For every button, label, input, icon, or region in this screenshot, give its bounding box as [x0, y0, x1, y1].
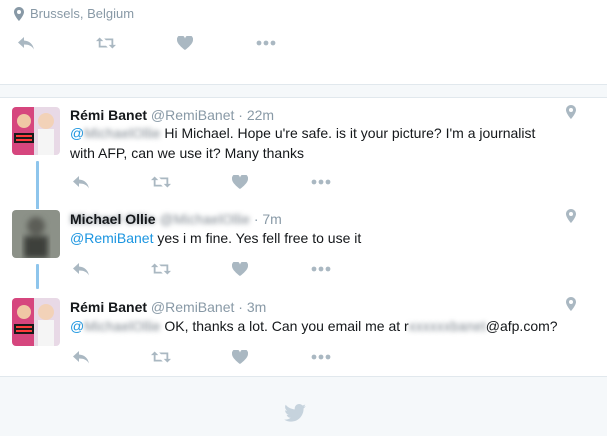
reply-button[interactable] — [71, 261, 91, 277]
location-pin-icon[interactable] — [566, 105, 576, 119]
tweet-item[interactable]: Rémi Banet @RemiBanet · 22m @MichaelOlli… — [0, 97, 607, 201]
more-dots-icon — [256, 40, 276, 46]
like-button[interactable] — [230, 349, 250, 365]
avatar-image — [12, 298, 60, 346]
like-button[interactable] — [175, 35, 195, 51]
display-name[interactable]: Michael Ollie — [70, 211, 156, 227]
tweet-header: Rémi Banet @RemiBanet · 3m — [70, 299, 266, 315]
location-pin-icon — [14, 6, 24, 21]
tweet-actions — [71, 174, 331, 190]
email-domain: @afp.com? — [485, 318, 558, 334]
user-handle[interactable]: @RemiBanet — [151, 107, 234, 123]
display-name[interactable]: Rémi Banet — [70, 299, 147, 315]
tweet-actions — [71, 261, 331, 277]
tweet-message: yes i m fine. Yes fell free to use it — [157, 230, 362, 246]
avatar[interactable] — [12, 298, 60, 346]
avatar[interactable] — [12, 107, 60, 155]
more-dots-icon — [311, 266, 331, 272]
display-name[interactable]: Rémi Banet — [70, 107, 147, 123]
retweet-icon — [96, 37, 116, 49]
section-separator — [0, 84, 607, 98]
tweet-actions — [16, 35, 276, 51]
tweet-message: OK, thanks a lot. Can you email me at r — [164, 318, 409, 334]
reply-icon — [73, 263, 89, 276]
more-dots-icon — [311, 179, 331, 185]
reply-button[interactable] — [71, 174, 91, 190]
user-handle[interactable]: @RemiBanet — [151, 299, 234, 315]
reply-icon — [18, 37, 34, 50]
timeline-footer — [0, 376, 607, 436]
retweet-icon — [151, 176, 171, 188]
thread-connector — [36, 264, 39, 289]
more-button[interactable] — [256, 35, 276, 51]
heart-icon — [177, 36, 193, 50]
avatar[interactable] — [12, 210, 60, 258]
avatar-image — [12, 210, 60, 258]
mention-link[interactable]: @ — [70, 125, 84, 141]
heart-icon — [232, 262, 248, 276]
redacted-mention: MichaelOllie — [84, 125, 161, 141]
heart-icon — [232, 350, 248, 364]
mention-link[interactable]: @ — [70, 318, 84, 334]
tweet-timestamp[interactable]: · 22m — [238, 107, 274, 123]
reply-icon — [73, 176, 89, 189]
retweet-button[interactable] — [151, 174, 171, 190]
location-pin-icon[interactable] — [566, 209, 576, 223]
avatar-image — [12, 107, 60, 155]
mention-link[interactable]: @RemiBanet — [70, 230, 153, 246]
retweet-button[interactable] — [151, 349, 171, 365]
user-handle[interactable]: @MichaelOllie — [159, 211, 249, 227]
redacted-email: xxxxxxbanet — [408, 318, 486, 334]
thread-connector — [36, 161, 39, 201]
reply-icon — [73, 351, 89, 364]
tweet-location[interactable]: Brussels, Belgium — [14, 6, 134, 21]
tweet-timestamp[interactable]: · 7m — [254, 211, 282, 227]
twitter-bird-icon — [284, 404, 306, 422]
tweet-header: Michael Ollie @MichaelOllie · 7m — [70, 211, 282, 227]
location-pin-icon[interactable] — [566, 297, 576, 311]
tweet-timestamp[interactable]: · 3m — [238, 299, 266, 315]
like-button[interactable] — [230, 261, 250, 277]
previous-tweet-card: Brussels, Belgium — [0, 0, 607, 84]
retweet-button[interactable] — [96, 35, 116, 51]
tweet-item[interactable]: Rémi Banet @RemiBanet · 3m @MichaelOllie… — [0, 288, 607, 376]
tweet-text: @MichaelOllie Hi Michael. Hope u're safe… — [70, 123, 560, 163]
more-button[interactable] — [311, 349, 331, 365]
retweet-icon — [151, 351, 171, 363]
tweet-actions — [71, 349, 331, 365]
heart-icon — [232, 175, 248, 189]
redacted-mention: MichaelOllie — [84, 318, 161, 334]
reply-button[interactable] — [71, 349, 91, 365]
like-button[interactable] — [230, 174, 250, 190]
more-button[interactable] — [311, 174, 331, 190]
tweet-text: @MichaelOllie OK, thanks a lot. Can you … — [70, 316, 560, 336]
location-label: Brussels, Belgium — [30, 6, 135, 21]
reply-button[interactable] — [16, 35, 36, 51]
more-button[interactable] — [311, 261, 331, 277]
thread-connector — [36, 199, 39, 209]
tweet-item[interactable]: Michael Ollie @MichaelOllie · 7m @RemiBa… — [0, 199, 607, 289]
retweet-button[interactable] — [151, 261, 171, 277]
tweet-header: Rémi Banet @RemiBanet · 22m — [70, 107, 274, 123]
tweet-text: @RemiBanet yes i m fine. Yes fell free t… — [70, 228, 560, 248]
more-dots-icon — [311, 354, 331, 360]
retweet-icon — [151, 263, 171, 275]
